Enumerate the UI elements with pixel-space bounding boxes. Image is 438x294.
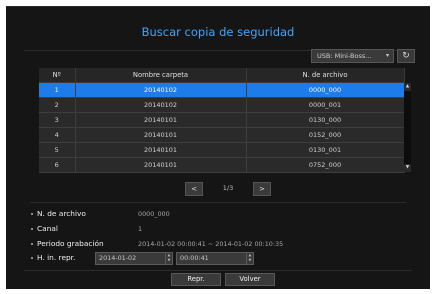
row-folder: 20140101: [75, 127, 247, 143]
backup-file-table: Nº Nombre carpeta N. de archivo 1 201401…: [39, 68, 405, 173]
row-folder: 20140101: [75, 157, 247, 173]
row-index: 3: [39, 112, 76, 128]
row-folder: 20140101: [75, 142, 247, 158]
recording-period-label: Periodo grabación: [37, 239, 104, 248]
file-number-value: 0000_000: [138, 210, 170, 218]
column-header-index: Nº: [39, 68, 76, 83]
bullet-icon: [31, 213, 33, 215]
stepper-icon[interactable]: ▲ ▼: [246, 253, 253, 264]
table-scrollbar[interactable]: ▲ ▼: [404, 83, 411, 172]
backup-search-dialog: Buscar copia de seguridad USB: Mini-Boss…: [6, 6, 430, 289]
scroll-up-icon[interactable]: ▲: [404, 83, 411, 91]
row-file: 0752_000: [246, 157, 405, 173]
recording-period-value: 2014-01-02 00:00:41 ~ 2014-01-02 00:10:3…: [138, 240, 284, 248]
table-row[interactable]: 5 20140101 0130_001: [39, 142, 405, 158]
row-file: 0152_000: [246, 127, 405, 143]
previous-page-button[interactable]: <: [185, 182, 203, 196]
table-row[interactable]: 3 20140101 0130_000: [39, 112, 405, 128]
file-number-label: N. de archivo: [37, 209, 86, 218]
section-divider: [30, 202, 406, 203]
row-file: 0000_001: [246, 97, 405, 113]
next-page-button[interactable]: >: [253, 182, 271, 196]
bullet-icon: [31, 228, 33, 230]
back-button[interactable]: Volver: [225, 273, 275, 286]
chevron-left-icon: <: [191, 185, 197, 193]
footer-divider: [24, 270, 412, 271]
chevron-down-icon: ▾: [385, 52, 389, 59]
table-row[interactable]: 4 20140101 0152_000: [39, 127, 405, 143]
playback-time-value: 00:00:41: [180, 254, 209, 262]
column-header-folder: Nombre carpeta: [75, 68, 247, 83]
dialog-title: Buscar copia de seguridad: [141, 25, 295, 39]
chevron-right-icon: >: [259, 185, 265, 193]
row-folder: 20140102: [75, 97, 247, 113]
table-header-row: Nº Nombre carpeta N. de archivo: [39, 68, 405, 83]
row-index: 5: [39, 142, 76, 158]
row-index: 4: [39, 127, 76, 143]
refresh-icon: ↻: [402, 51, 410, 61]
row-index: 1: [39, 82, 76, 98]
row-file: 0130_000: [246, 112, 405, 128]
refresh-button[interactable]: ↻: [397, 49, 415, 63]
channel-label: Canal: [37, 224, 58, 233]
playback-date-field[interactable]: 2014-01-02 ▲ ▼: [95, 252, 173, 265]
row-folder: 20140101: [75, 112, 247, 128]
device-select-value: USB: Mini-Boss...: [317, 52, 372, 60]
play-button[interactable]: Repr.: [171, 273, 221, 286]
row-folder: 20140102: [75, 82, 247, 98]
scroll-thumb[interactable]: [404, 91, 411, 164]
page-indicator: 1/3: [222, 184, 234, 192]
row-file: 0130_001: [246, 142, 405, 158]
playback-start-label: H. in. repr.: [37, 253, 76, 262]
column-header-file: N. de archivo: [246, 68, 405, 83]
stepper-icon[interactable]: ▲ ▼: [165, 253, 172, 264]
channel-value: 1: [138, 225, 143, 233]
row-index: 2: [39, 97, 76, 113]
table-row[interactable]: 2 20140102 0000_001: [39, 97, 405, 113]
playback-date-value: 2014-01-02: [99, 254, 137, 262]
table-row[interactable]: 6 20140101 0752_000: [39, 157, 405, 173]
device-select[interactable]: USB: Mini-Boss... ▾: [311, 49, 394, 63]
playback-time-field[interactable]: 00:00:41 ▲ ▼: [176, 252, 254, 265]
scroll-down-icon[interactable]: ▼: [404, 164, 411, 172]
bullet-icon: [31, 257, 33, 259]
table-row[interactable]: 1 20140102 0000_000: [39, 82, 405, 98]
row-index: 6: [39, 157, 76, 173]
row-file: 0000_000: [246, 82, 405, 98]
bullet-icon: [31, 243, 33, 245]
